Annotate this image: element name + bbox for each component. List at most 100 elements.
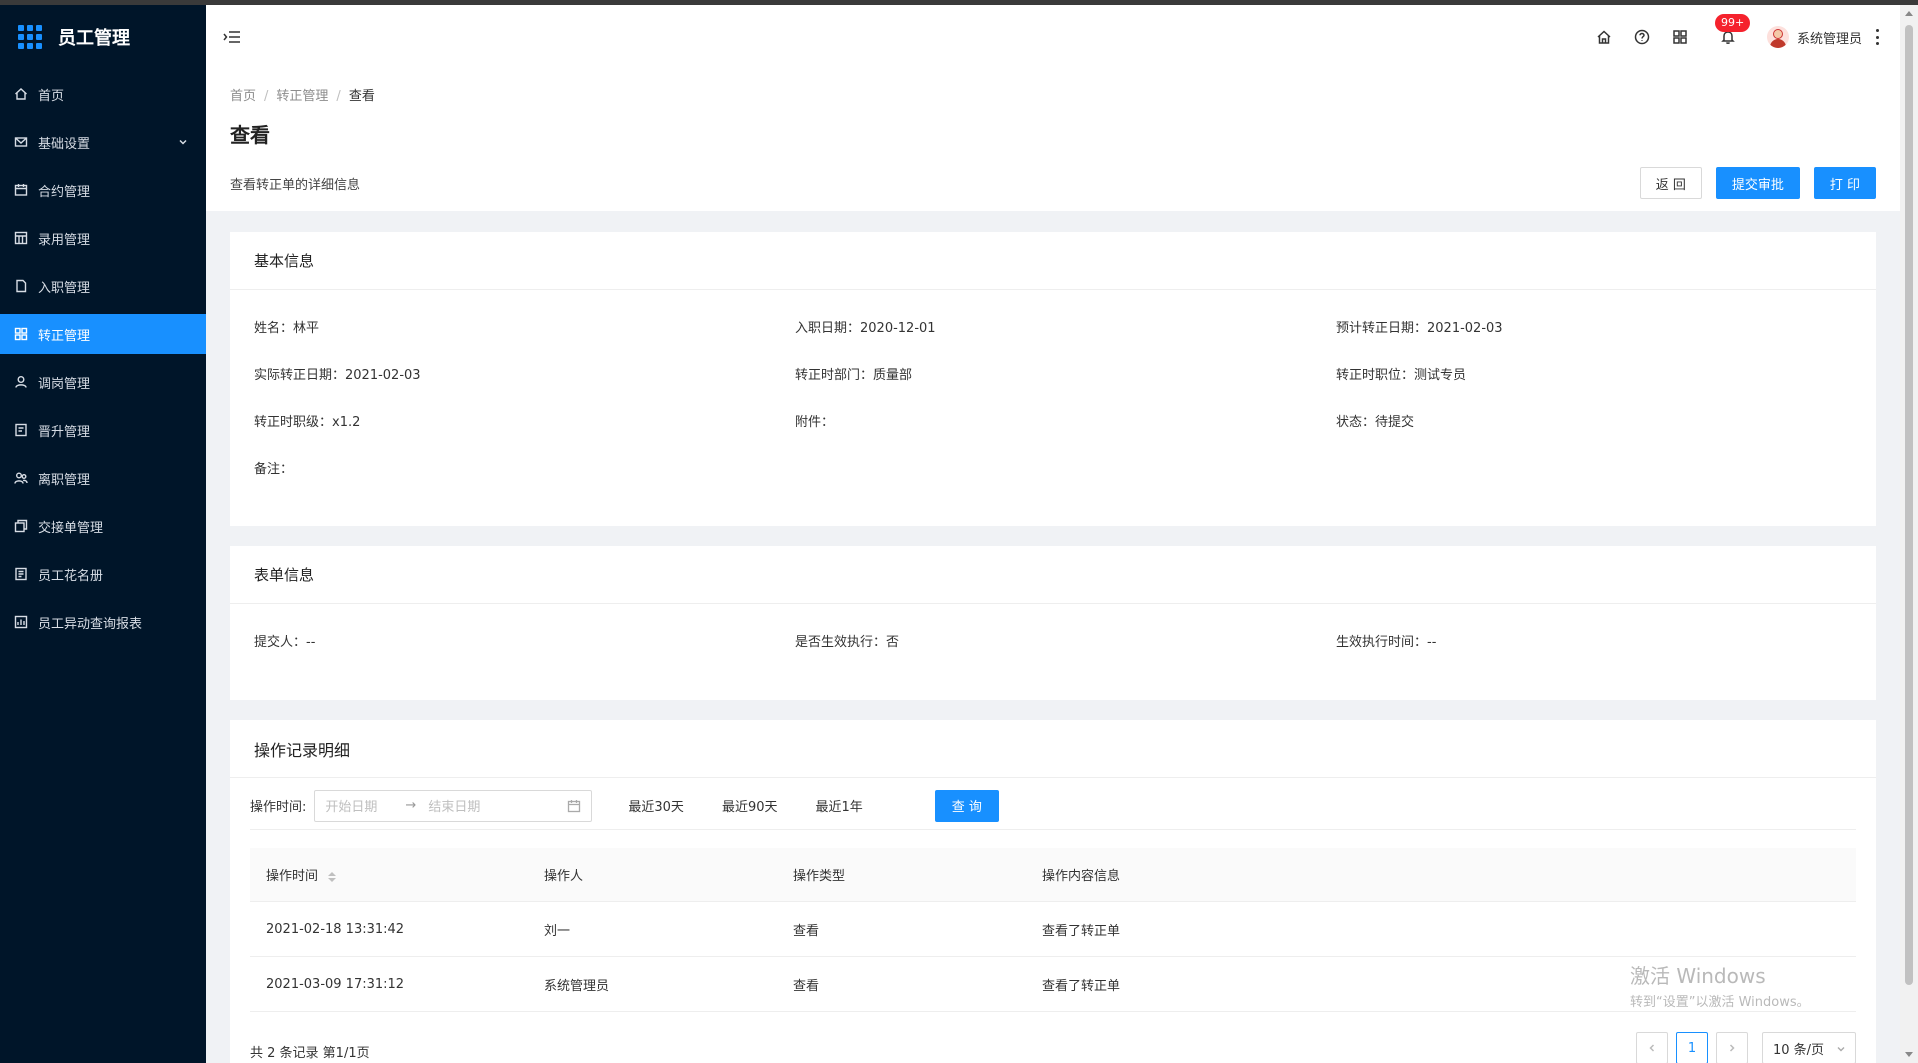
field-effective: 是否生效执行：否 [795, 635, 900, 650]
sidebar-item-onboarding[interactable]: 入职管理 [0, 266, 206, 306]
user-name[interactable]: 系统管理员 [1797, 28, 1862, 47]
breadcrumb-current: 查看 [348, 89, 375, 104]
field-position: 转正时职位：测试专员 [1336, 368, 1467, 383]
app-title: 员工管理 [58, 28, 130, 49]
page-actions: 返 回 提交审批 打 印 [1626, 167, 1876, 199]
form-icon [14, 423, 28, 437]
top-header: 99+ 系统管理员 [206, 5, 1900, 69]
table-row: 2021-03-09 17:31:12 系统管理员 查看 查看了转正单 [250, 957, 1856, 1012]
scroll-down-arrow-icon[interactable] [1905, 1052, 1913, 1057]
sidebar-item-label: 录用管理 [38, 232, 91, 248]
query-button[interactable]: 查 询 [934, 789, 999, 822]
page-scrollbar[interactable] [1900, 5, 1918, 1063]
column-header-operator: 操作人 [544, 869, 584, 884]
cell-operator: 系统管理员 [544, 978, 610, 994]
book-icon [14, 567, 28, 581]
file-icon [14, 279, 28, 293]
sidebar-item-roster[interactable]: 员工花名册 [0, 554, 206, 594]
date-range-picker[interactable]: 开始日期 → 结束日期 [314, 789, 593, 822]
sidebar-item-contracts[interactable]: 合约管理 [0, 170, 206, 210]
header-actions: 99+ 系统管理员 [1575, 5, 1880, 69]
mail-icon [14, 135, 28, 149]
sidebar-item-transfer[interactable]: 调岗管理 [0, 362, 206, 402]
page-size-value: 10 条/页 [1773, 1042, 1825, 1058]
table-row: 2021-02-18 13:31:42 刘一 查看 查看了转正单 [250, 902, 1856, 957]
back-button[interactable]: 返 回 [1639, 167, 1702, 199]
sidebar-item-basic-settings[interactable]: 基础设置 [0, 122, 206, 162]
field-actual-date: 实际转正日期：2021-02-03 [254, 368, 421, 383]
breadcrumb: 首页 / 转正管理 / 查看 [230, 85, 375, 104]
page-description: 查看转正单的详细信息 [230, 178, 361, 193]
column-header-time[interactable]: 操作时间 [250, 865, 528, 884]
sidebar-item-handover[interactable]: 交接单管理 [0, 506, 206, 546]
sidebar-item-label: 转正管理 [38, 328, 91, 344]
pagination-total: 共 2 条记录 第1/1页 [250, 1046, 370, 1061]
breadcrumb-separator: / [336, 89, 341, 104]
start-date-input[interactable]: 开始日期 [325, 796, 377, 815]
calendar-icon [14, 183, 28, 197]
sidebar: 员工管理 首页 基础设置 合约管理 录用管理 入职管理 转正管理 调岗管理 晋升… [0, 5, 206, 1063]
records-table: 操作时间 操作人 操作类型 操作内容信息 2021-02-18 13:31:42… [250, 848, 1856, 1012]
copy-icon [14, 519, 28, 533]
sidebar-item-change-report[interactable]: 员工异动查询报表 [0, 602, 206, 642]
column-header-content: 操作内容信息 [1042, 869, 1121, 884]
page-1-button[interactable]: 1 [1676, 1032, 1708, 1063]
sidebar-item-label: 员工花名册 [38, 568, 104, 584]
field-effective-time: 生效执行时间：-- [1336, 635, 1437, 650]
sidebar-item-hiring[interactable]: 录用管理 [0, 218, 206, 258]
watermark-line1: 激活 Windows [1630, 964, 1766, 988]
chevron-down-icon [178, 136, 188, 146]
scroll-up-arrow-icon[interactable] [1905, 11, 1913, 16]
quick-range-1y[interactable]: 最近1年 [815, 796, 862, 815]
page-size-select[interactable]: 10 条/页 [1762, 1032, 1856, 1063]
sidebar-item-regularization[interactable]: 转正管理 [0, 314, 206, 354]
sidebar-item-resignation[interactable]: 离职管理 [0, 458, 206, 498]
page-header: 首页 / 转正管理 / 查看 查看 查看转正单的详细信息 返 回 提交审批 打 印 [206, 69, 1900, 211]
breadcrumb-home[interactable]: 首页 [230, 89, 256, 104]
field-entry-date: 入职日期：2020-12-01 [795, 321, 936, 336]
basic-info-card: 基本信息 姓名：林平 入职日期：2020-12-01 预计转正日期：2021-0… [230, 232, 1876, 526]
sidebar-item-label: 调岗管理 [38, 376, 91, 392]
home-icon [14, 87, 28, 101]
team-icon [14, 471, 28, 485]
bell-icon[interactable]: 99+ [1714, 14, 1751, 46]
submit-approval-button[interactable]: 提交审批 [1715, 167, 1800, 199]
more-vertical-icon[interactable] [1876, 29, 1880, 45]
help-icon[interactable] [1633, 28, 1651, 46]
sidebar-item-home[interactable]: 首页 [0, 74, 206, 114]
quick-range-30d[interactable]: 最近30天 [628, 796, 684, 815]
grid-icon [14, 327, 28, 341]
sidebar-item-label: 合约管理 [38, 184, 91, 200]
column-header-type: 操作类型 [793, 869, 846, 884]
apps-logo-icon [18, 25, 42, 49]
field-name: 姓名：林平 [254, 321, 320, 336]
sort-icon[interactable] [328, 871, 337, 882]
next-page-button[interactable] [1716, 1032, 1748, 1063]
records-filter: 操作时间: 开始日期 → 结束日期 最近30天 最近90天 最近1年 查 询 [250, 788, 1856, 830]
cell-content: 查看了转正单 [1042, 923, 1121, 939]
prev-page-button[interactable] [1636, 1032, 1668, 1063]
quick-range-90d[interactable]: 最近90天 [722, 796, 778, 815]
cell-time: 2021-02-18 13:31:42 [266, 921, 405, 937]
breadcrumb-parent[interactable]: 转正管理 [276, 89, 328, 104]
cell-type: 查看 [793, 978, 820, 994]
home-icon[interactable] [1595, 28, 1613, 46]
end-date-input[interactable]: 结束日期 [428, 796, 480, 815]
print-button[interactable]: 打 印 [1813, 167, 1876, 199]
field-attachment: 附件： [795, 415, 835, 430]
field-remark: 备注： [254, 462, 294, 477]
field-department: 转正时部门：质量部 [795, 368, 913, 383]
breadcrumb-separator: / [264, 89, 269, 104]
scrollbar-thumb[interactable] [1905, 25, 1913, 985]
avatar[interactable] [1766, 26, 1789, 48]
sidebar-item-label: 离职管理 [38, 472, 91, 488]
watermark-line2: 转到“设置”以激活 Windows。 [1630, 995, 1810, 1010]
apps-icon[interactable] [1671, 28, 1689, 46]
brand[interactable]: 员工管理 [0, 5, 206, 69]
filter-label: 操作时间: [250, 800, 307, 815]
field-level: 转正时职级：x1.2 [254, 415, 361, 430]
sidebar-item-label: 交接单管理 [38, 520, 104, 536]
sidebar-item-promotion[interactable]: 晋升管理 [0, 410, 206, 450]
menu-fold-icon[interactable] [222, 27, 242, 47]
notification-badge: 99+ [1714, 14, 1751, 32]
